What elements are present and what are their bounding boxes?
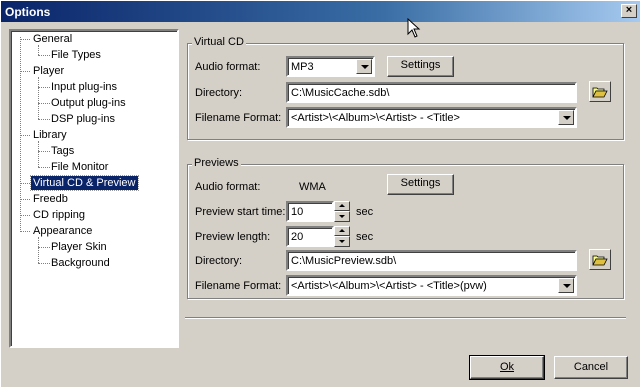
pv-directory-input[interactable]: C:\MusicPreview.sdb\ (286, 250, 577, 271)
pv-start-time-label: Preview start time: (195, 206, 286, 218)
tree-connector (38, 237, 39, 263)
tree-connector (20, 231, 30, 232)
chevron-down-icon[interactable] (558, 110, 574, 125)
tree-connector (20, 199, 30, 200)
tree-connector (38, 45, 39, 55)
ok-button[interactable]: Ok (469, 355, 545, 380)
tree-item-player-skin[interactable]: Player Skin (49, 240, 109, 254)
tree-connector (20, 183, 30, 184)
virtual-cd-group-label: Virtual CD (192, 36, 246, 48)
vcd-browse-button[interactable] (589, 81, 611, 102)
pv-start-time-input[interactable]: 10 (286, 201, 334, 222)
options-tree[interactable]: General File Types Player Input plug-ins… (9, 29, 179, 348)
pv-browse-button[interactable] (589, 249, 611, 270)
vcd-audio-format-value: MP3 (291, 61, 314, 73)
tree-connector (20, 135, 30, 136)
tree-item-output-plugins[interactable]: Output plug-ins (49, 96, 128, 110)
spin-down-icon[interactable] (334, 211, 350, 222)
tree-item-input-plugins[interactable]: Input plug-ins (49, 80, 119, 94)
pv-filename-format-select[interactable]: <Artist>\<Album>\<Artist> - <Title>(pvw) (286, 275, 577, 296)
tree-connector (20, 39, 30, 40)
pv-filename-format-value: <Artist>\<Album>\<Artist> - <Title>(pvw) (291, 280, 487, 292)
pv-start-time-spinner[interactable] (334, 201, 350, 222)
vcd-filename-format-value: <Artist>\<Album>\<Artist> - <Title> (291, 112, 460, 124)
folder-open-icon (592, 255, 608, 266)
tree-item-file-types[interactable]: File Types (49, 48, 103, 62)
vcd-directory-label: Directory: (195, 87, 243, 99)
pv-length-unit: sec (356, 231, 374, 243)
cancel-button[interactable]: Cancel (554, 356, 628, 379)
vcd-filename-format-label: Filename Format: (195, 112, 282, 124)
tree-connector (20, 71, 30, 72)
spin-up-icon[interactable] (334, 201, 350, 211)
tree-item-player[interactable]: Player (31, 64, 66, 78)
chevron-down-icon[interactable] (356, 59, 372, 74)
chevron-down-icon[interactable] (558, 278, 574, 293)
ok-button-label: Ok (499, 361, 515, 373)
tree-item-virtual-cd-preview[interactable]: Virtual CD & Preview (30, 175, 139, 191)
vcd-directory-input[interactable]: C:\MusicCache.sdb\ (286, 82, 577, 103)
spin-down-icon[interactable] (334, 236, 350, 247)
previews-group-label: Previews (192, 157, 241, 169)
pv-filename-format-label: Filename Format: (195, 280, 282, 292)
vcd-audio-format-select[interactable]: MP3 (286, 56, 375, 77)
vcd-audio-format-label: Audio format: (195, 61, 261, 73)
tree-item-background[interactable]: Background (49, 256, 112, 270)
pv-length-spinner[interactable] (334, 226, 350, 247)
spin-up-icon[interactable] (334, 226, 350, 236)
pv-audio-format-value: WMA (299, 181, 326, 193)
tree-item-appearance[interactable]: Appearance (31, 224, 94, 238)
tree-connector (38, 141, 39, 167)
pv-settings-button[interactable]: Settings (387, 174, 454, 195)
pv-length-input[interactable]: 20 (286, 226, 334, 247)
tree-connector (20, 215, 30, 216)
tree-item-tags[interactable]: Tags (49, 144, 76, 158)
pv-audio-format-label: Audio format: (195, 181, 261, 193)
tree-item-file-monitor[interactable]: File Monitor (49, 160, 110, 174)
mouse-pointer-icon (407, 18, 421, 38)
pv-directory-label: Directory: (195, 255, 243, 267)
folder-open-icon (592, 87, 608, 98)
vcd-settings-button[interactable]: Settings (387, 56, 454, 77)
tree-item-general[interactable]: General (31, 32, 74, 46)
tree-item-dsp-plugins[interactable]: DSP plug-ins (49, 112, 117, 126)
tree-item-freedb[interactable]: Freedb (31, 192, 70, 206)
tree-connector (38, 77, 39, 119)
pv-start-time-unit: sec (356, 206, 374, 218)
tree-item-library[interactable]: Library (31, 128, 69, 142)
close-button[interactable]: × (621, 4, 637, 18)
title-bar[interactable]: Options × (1, 1, 640, 22)
pv-length-label: Preview length: (195, 231, 271, 243)
window-title: Options (5, 5, 51, 19)
options-dialog: Options × General File Types Player Inpu… (0, 0, 641, 388)
vcd-filename-format-select[interactable]: <Artist>\<Album>\<Artist> - <Title> (286, 107, 577, 128)
tree-item-cd-ripping[interactable]: CD ripping (31, 208, 87, 222)
panel-divider (185, 317, 626, 319)
